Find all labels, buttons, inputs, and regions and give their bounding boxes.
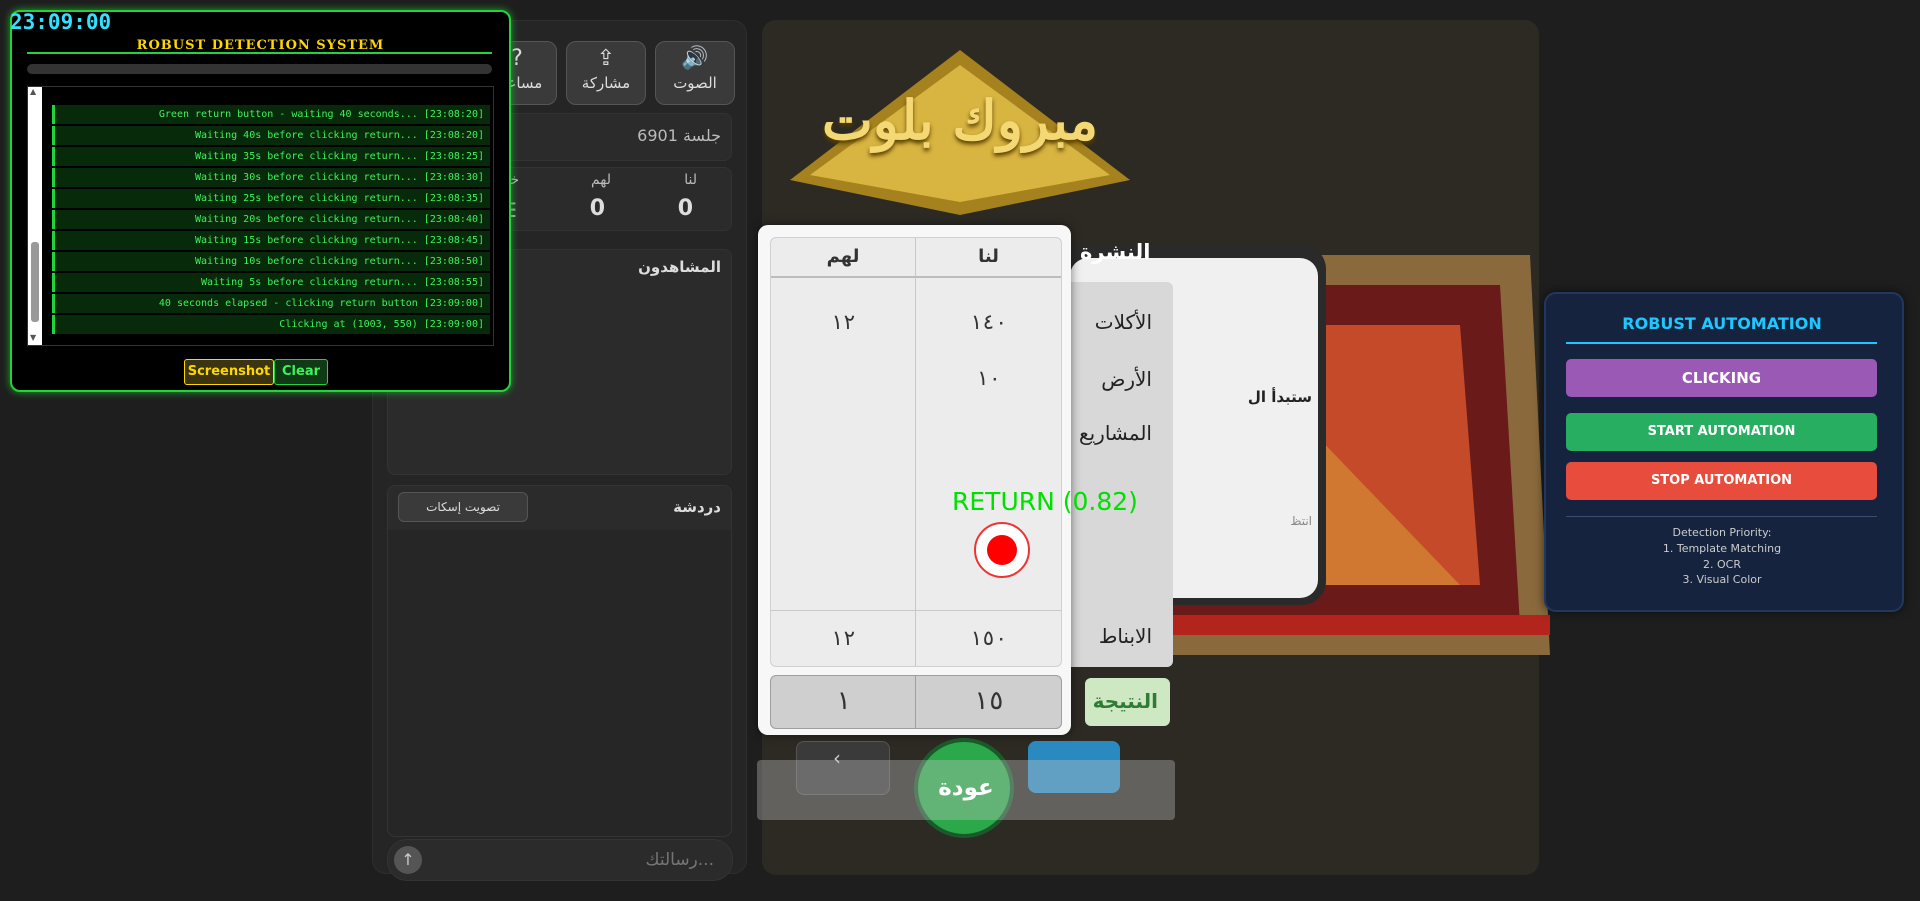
screenshot-button[interactable]: Screenshot (184, 359, 274, 385)
log-line: Waiting 40s before clicking return... [2… (52, 126, 490, 145)
result-them-value: ١ (835, 686, 851, 716)
viewers-title: المشاهدون (638, 258, 721, 276)
stop-automation-button[interactable]: STOP AUTOMATION (1566, 462, 1877, 500)
sound-button[interactable]: 🔊 الصوت (655, 41, 735, 105)
total-us-value: ١٥٠ (969, 626, 1008, 650)
log-line: Clicking at (1003, 550) [23:09:00] (52, 315, 490, 334)
card-text: ستبدأ ال (1247, 388, 1312, 406)
row-label-total: الابناط (1098, 624, 1152, 648)
automation-title: ROBUST AUTOMATION (1622, 314, 1822, 333)
score-labels-column (1055, 282, 1173, 667)
score-header-them: لهم (826, 246, 860, 267)
scroll-down-icon[interactable]: ▼ (30, 333, 36, 342)
share-label: مشاركة (581, 74, 631, 92)
priority-item: 3. Visual Color (1682, 573, 1762, 586)
us-score: 0 (677, 196, 693, 221)
chat-input-bar: ↑ (387, 839, 733, 881)
priority-item: 1. Template Matching (1662, 542, 1782, 555)
row-label-ground: الأرض (1101, 367, 1152, 391)
priority-title: Detection Priority: (1672, 526, 1772, 539)
scrollbar-thumb[interactable] (31, 242, 39, 322)
clock: 23:09:00 (10, 10, 112, 34)
clear-button[interactable]: Clear (274, 359, 328, 385)
log-line: Waiting 20s before clicking return... [2… (52, 210, 490, 229)
share-button[interactable]: ⇪ مشاركة (566, 41, 646, 105)
result-row: ١٥ ١ (770, 675, 1062, 729)
speaker-icon: 🔊 (681, 46, 709, 71)
row-label-eats: الأكلات (1094, 310, 1152, 334)
log-line: Waiting 5s before clicking return... [23… (52, 273, 490, 292)
mute-vote-button[interactable]: تصويت إسكات (398, 492, 528, 522)
log-line: Waiting 10s before clicking return... [2… (52, 252, 490, 271)
log-line: Green return button - waiting 40 seconds… (52, 105, 490, 124)
detection-label: RETURN (0.82) (952, 487, 1138, 516)
session-label: جلسة 6901 (637, 126, 721, 145)
scrollbar[interactable]: ▲ ▼ (28, 87, 42, 345)
send-button[interactable]: ↑ (394, 846, 422, 874)
status-indicator: CLICKING (1566, 359, 1877, 397)
chat-title: دردشة (673, 498, 721, 516)
sound-label: الصوت (673, 74, 717, 92)
eats-us-value: ١٤٠ (969, 310, 1008, 334)
chat-input[interactable] (432, 846, 716, 874)
log-line: Waiting 30s before clicking return... [2… (52, 168, 490, 187)
return-button[interactable]: عودة (757, 760, 1175, 820)
chat-messages (388, 530, 731, 836)
them-score: 0 (589, 196, 605, 221)
result-us-value: ١٥ (972, 686, 1005, 716)
logo-text: مبروك بلوت (821, 88, 1099, 152)
log-line: Waiting 35s before clicking return... [2… (52, 147, 490, 166)
detection-panel: ROBUST DETECTION SYSTEM ▲ ▼ Screenshot C… (10, 10, 511, 392)
eats-them-value: ١٢ (830, 310, 856, 334)
total-them-value: ١٢ (830, 626, 856, 650)
log-line: Waiting 25s before clicking return... [2… (52, 189, 490, 208)
share-icon: ⇪ (596, 46, 616, 71)
game-logo: مبروك بلوت (770, 30, 1150, 220)
log-line: 40 seconds elapsed - clicking return but… (52, 294, 490, 313)
scroll-up-icon[interactable]: ▲ (30, 87, 36, 96)
detection-title: ROBUST DETECTION SYSTEM (136, 38, 385, 53)
score-header-us: لنا (978, 246, 999, 267)
chat-box: دردشة تصويت إسكات (387, 485, 732, 837)
click-target-marker (974, 522, 1030, 578)
round-title: النشرة (1080, 240, 1151, 264)
row-label-projects: المشاريع (1078, 421, 1152, 445)
start-automation-button[interactable]: START AUTOMATION (1566, 413, 1877, 451)
return-label: عودة (938, 775, 994, 801)
score-table: لنا لهم ١٤٠ ١٢ ١٠ ١٥٠ ١٢ (770, 237, 1062, 667)
ground-us-value: ١٠ (975, 366, 1002, 390)
them-label: لهم (590, 172, 611, 188)
card-subtext: انتظ (1290, 514, 1312, 528)
progress-bar (27, 64, 492, 74)
automation-panel: ROBUST AUTOMATION CLICKING START AUTOMAT… (1544, 292, 1904, 612)
log-line: Waiting 15s before clicking return... [2… (52, 231, 490, 250)
result-label-box: النتيجة (1085, 678, 1170, 726)
us-label: لنا (684, 172, 697, 188)
send-arrow-icon: ↑ (401, 850, 415, 869)
priority-item: 2. OCR (1703, 558, 1741, 571)
row-label-result: النتيجة (1092, 689, 1158, 713)
